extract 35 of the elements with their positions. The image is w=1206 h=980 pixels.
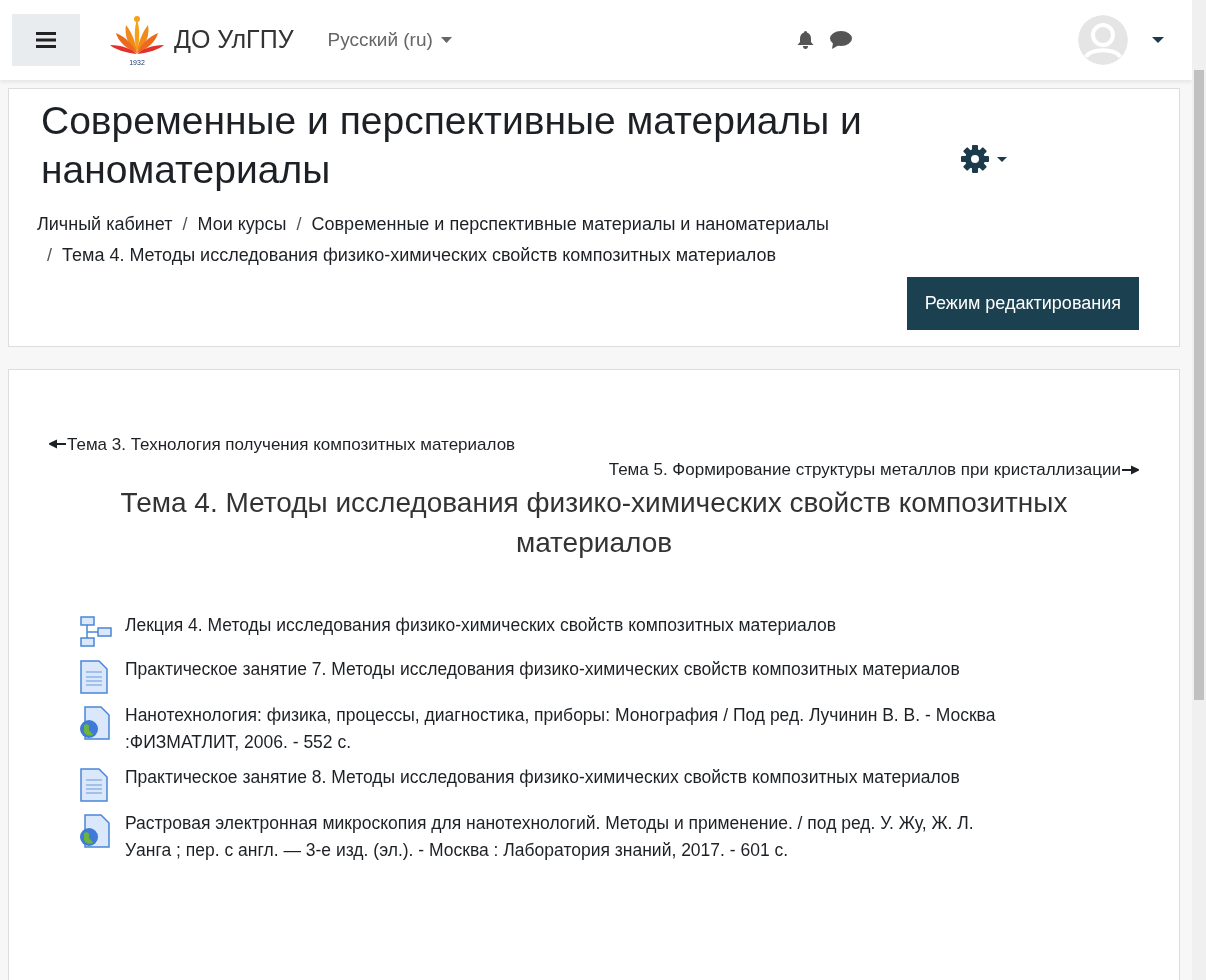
activity-link[interactable]: Нанотехнология: физика, процессы, диагностика, приборы: Монография / Под ред. Лучинин В. В. - Москва :ФИЗМАТЛИТ, 2006. - 552 с.: [125, 701, 1005, 756]
gear-icon: [961, 145, 989, 173]
breadcrumb-link[interactable]: Тема 4. Методы исследования физико-химических свойств композитных материалов: [62, 241, 777, 269]
previous-section-link[interactable]: Тема 3. Технология получения композитных материалов: [49, 431, 516, 457]
tree-icon: [79, 615, 113, 648]
breadcrumb-link[interactable]: Личный кабинет: [37, 210, 173, 238]
web-document-icon: [79, 705, 111, 740]
breadcrumb-separator: /: [182, 212, 188, 236]
activity-link[interactable]: Лекция 4. Методы исследования физико-химических свойств композитных материалов: [125, 611, 837, 639]
web-document-icon: [79, 813, 111, 848]
activity-link[interactable]: Растровая электронная микроскопия для нанотехнологий. Методы и применение. / под ред. У. Жу, Ж. Л. Уанга ; пер. с англ. — 3-е изд. (эл.). - Москва : Лаборатория знаний, 2017. - 601 с.: [125, 809, 1005, 865]
caret-icon[interactable]: [1152, 37, 1164, 43]
caret-icon: [440, 37, 452, 43]
arrow-icon: [49, 439, 67, 450]
settings-menu[interactable]: [961, 145, 1007, 173]
breadcrumb-link[interactable]: Мои курсы: [197, 210, 287, 238]
arrow-icon: [1121, 464, 1139, 475]
section-title: Тема 4. Методы исследования физико-химических свойств композитных материалов: [119, 485, 1069, 561]
breadcrumb-link[interactable]: Современные и перспективные материалы и наноматериалы: [311, 210, 829, 238]
caret-icon: [997, 156, 1007, 162]
breadcrumb-separator: /: [296, 212, 302, 236]
activity-link[interactable]: Практическое занятие 7. Методы исследования физико-химических свойств композитных материалов: [125, 655, 960, 683]
activity-link[interactable]: Практическое занятие 8. Методы исследования физико-химических свойств композитных материалов: [125, 763, 960, 792]
chat-icon[interactable]: [830, 31, 853, 49]
language-menu[interactable]: Русский (ru): [327, 25, 452, 55]
next-section-link[interactable]: Тема 5. Формирование структуры металлов при кристаллизации: [608, 457, 1139, 483]
bell-icon[interactable]: [797, 31, 815, 49]
document-icon: [79, 767, 109, 802]
document-icon: [79, 659, 109, 694]
menu-button[interactable]: [12, 14, 80, 66]
course-title: Современные и перспективные материалы и наноматериалы: [41, 98, 863, 193]
breadcrumb-separator: /: [47, 243, 52, 267]
menu-icon: [36, 32, 56, 48]
scrollbar[interactable]: [1192, 0, 1206, 980]
edit-mode-button[interactable]: Режим редактирования: [906, 276, 1139, 330]
